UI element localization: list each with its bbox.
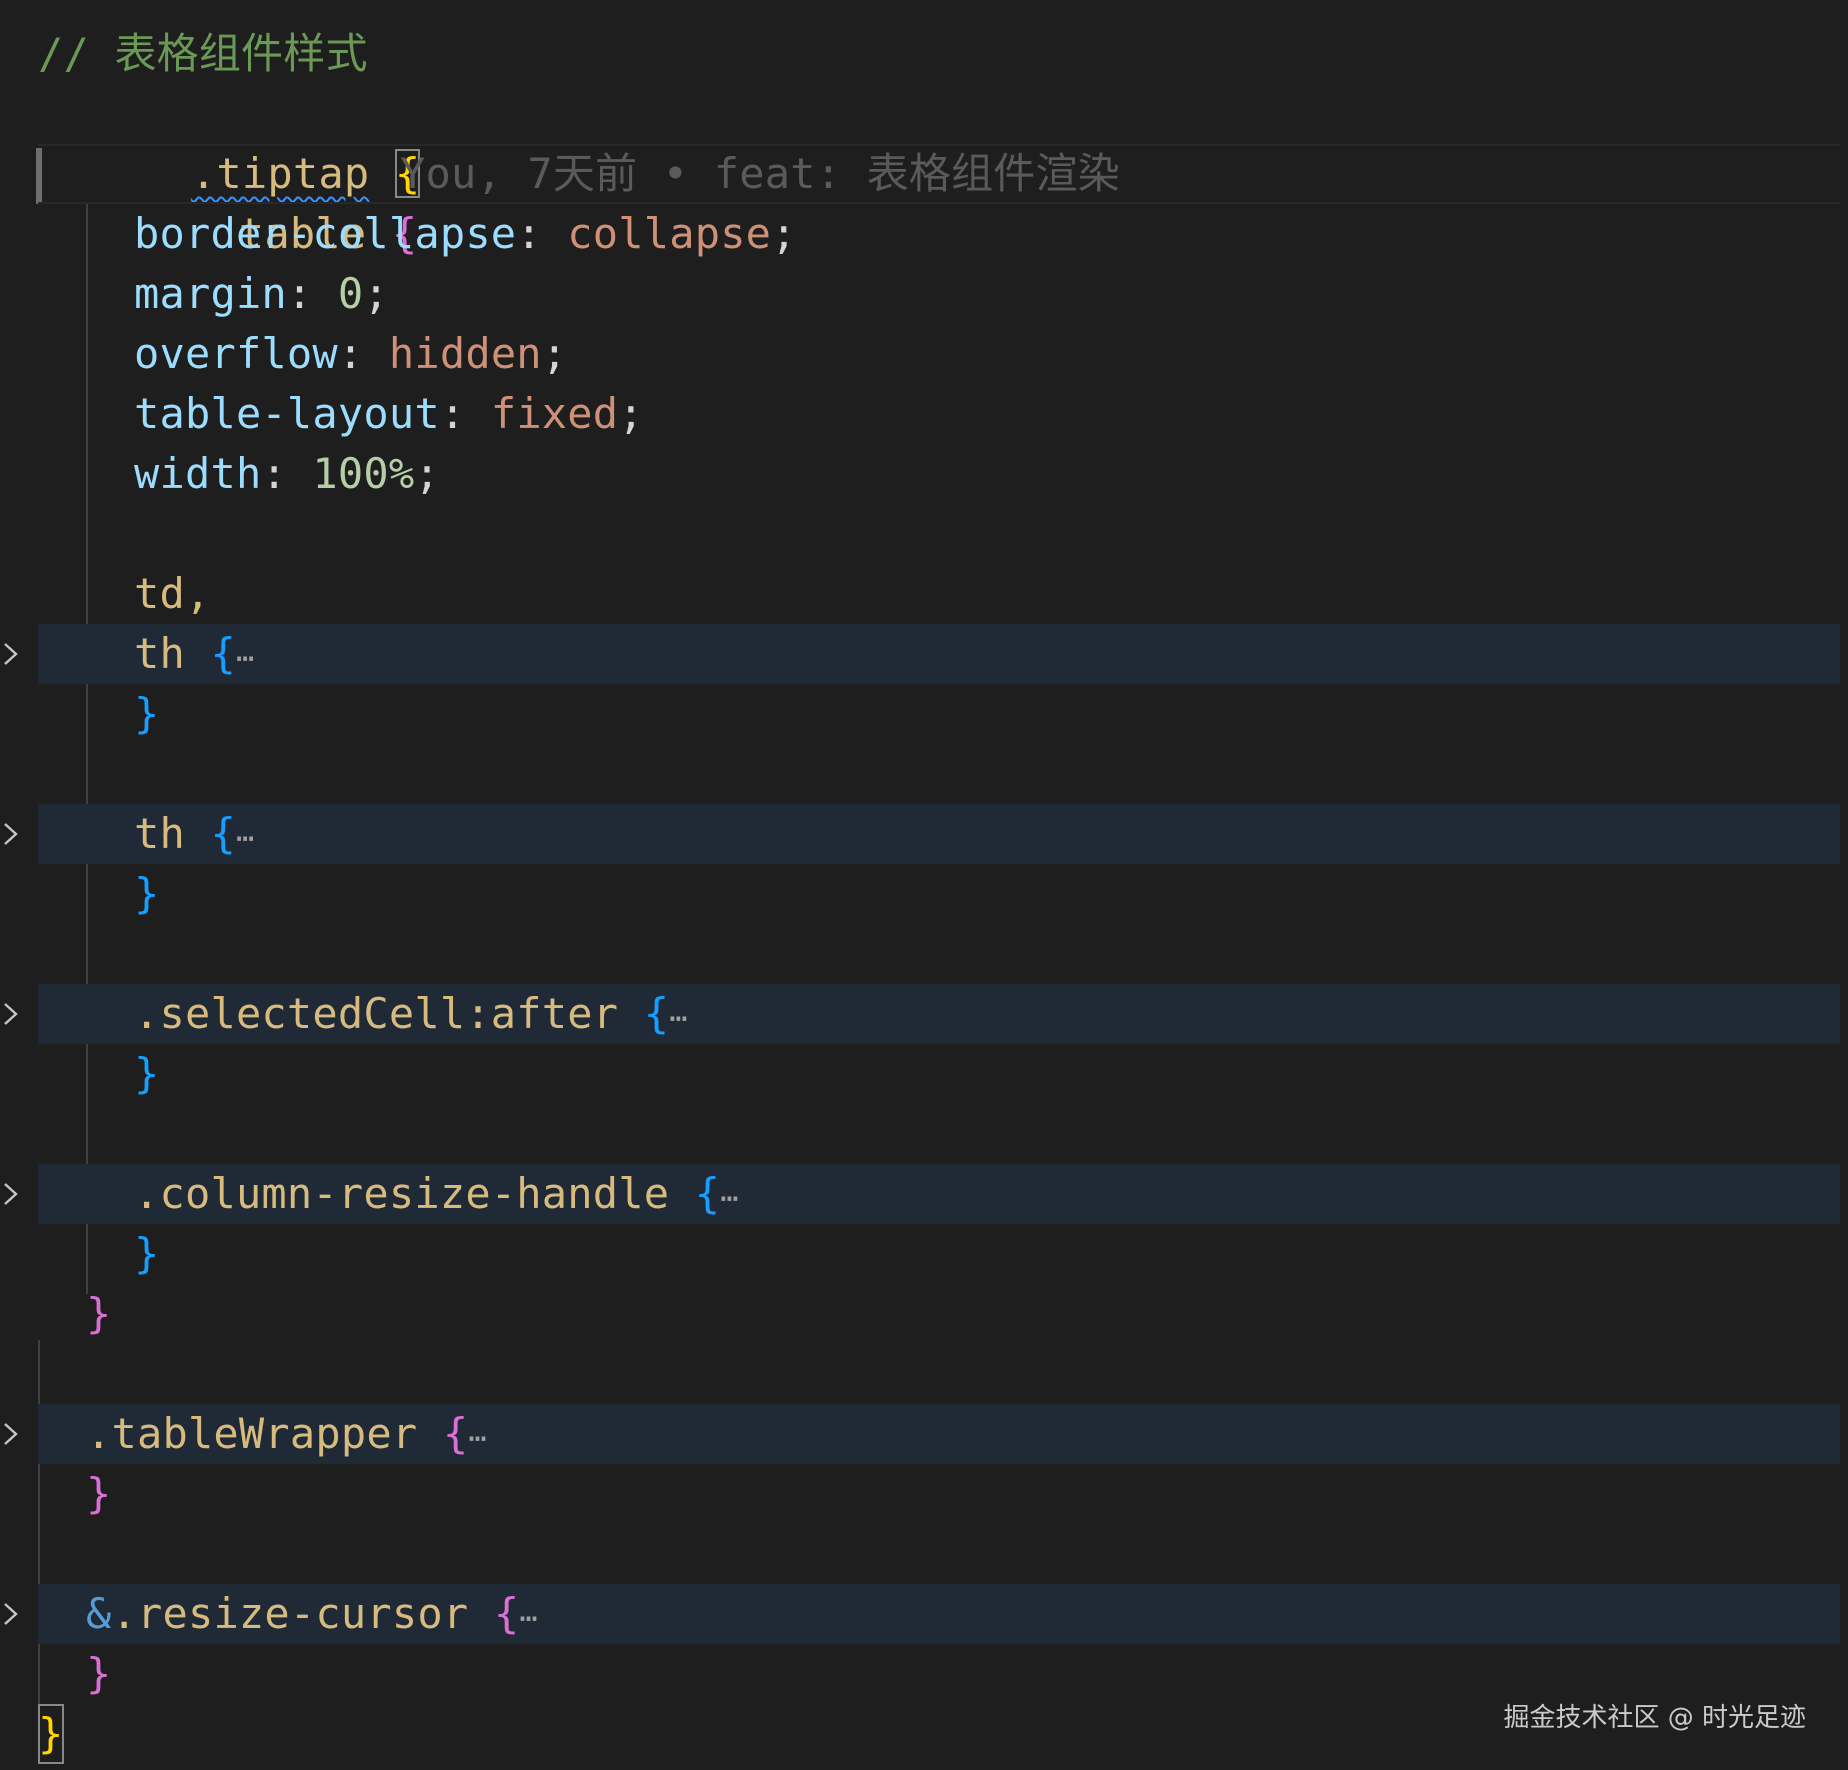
selector-tablewrapper: .tableWrapper — [86, 1409, 418, 1458]
chevron-right-icon[interactable] — [2, 1164, 20, 1224]
selector-th: th — [134, 629, 185, 678]
selector-th: th — [134, 809, 185, 858]
code-line-selectedcell-folded[interactable]: .selectedCell:after {⋯ — [0, 984, 1840, 1044]
code-line-close: } — [134, 1049, 160, 1098]
close-brace-tiptap: } — [38, 1704, 64, 1764]
code-line-margin: margin: 0; — [134, 269, 389, 318]
comment-text: // 表格组件样式 — [38, 29, 368, 78]
code-line-th-folded[interactable]: th {⋯ — [0, 624, 1840, 684]
chevron-right-icon[interactable] — [2, 984, 20, 1044]
code-line-tiptap: .tiptap { — [0, 84, 1840, 198]
code-line-table-layout: table-layout: fixed; — [134, 389, 644, 438]
code-line-td: td, — [0, 564, 1840, 624]
code-line-th-folded[interactable]: th {⋯ — [0, 804, 1840, 864]
value-border-collapse: collapse — [567, 209, 772, 258]
prop-table-layout: table-layout — [134, 389, 440, 438]
code-line-resize-cursor-folded[interactable]: &.resize-cursor {⋯ — [0, 1584, 1840, 1644]
selector-selectedcell: .selectedCell:after — [134, 989, 619, 1038]
ampersand-parent-ref: & — [86, 1589, 112, 1638]
selector-resize-cursor: .resize-cursor — [111, 1589, 469, 1638]
value-overflow: hidden — [388, 329, 542, 378]
selector-column-resize-handle: .column-resize-handle — [134, 1169, 670, 1218]
folded-ellipsis[interactable]: ⋯ — [720, 1181, 738, 1216]
git-blame-annotation[interactable]: You, 7天前 • feat: 表格组件渲染 — [400, 144, 1120, 204]
folded-ellipsis[interactable]: ⋯ — [236, 641, 254, 676]
value-width: 100% — [312, 449, 415, 498]
prop-overflow: overflow — [134, 329, 338, 378]
folded-ellipsis[interactable]: ⋯ — [519, 1601, 537, 1636]
code-line-close: } — [86, 1649, 112, 1698]
code-line-resize-handle-folded[interactable]: .column-resize-handle {⋯ — [0, 1164, 1840, 1224]
code-line-close: } — [134, 1229, 160, 1278]
chevron-right-icon[interactable] — [2, 804, 20, 864]
code-editor[interactable]: // 表格组件样式 .tiptap { table { You, 7天前 • f… — [0, 0, 1848, 1770]
prop-margin: margin — [134, 269, 287, 318]
chevron-right-icon[interactable] — [2, 624, 20, 684]
chevron-right-icon[interactable] — [2, 1404, 20, 1464]
prop-width: width — [134, 449, 262, 498]
chevron-right-icon[interactable] — [2, 1584, 20, 1644]
value-margin: 0 — [337, 269, 364, 318]
folded-ellipsis[interactable]: ⋯ — [468, 1421, 486, 1456]
code-line-close-table: } — [86, 1289, 112, 1338]
code-line-border-collapse: border-collapse: collapse; — [134, 209, 797, 258]
code-line-close: } — [134, 689, 160, 738]
prop-border-collapse: border-collapse — [134, 209, 517, 258]
watermark: 掘金技术社区 @ 时光足迹 — [1503, 1703, 1806, 1733]
code-line-overflow: overflow: hidden; — [134, 329, 568, 378]
code-line-width: width: 100%; — [134, 449, 440, 498]
folded-ellipsis[interactable]: ⋯ — [669, 1001, 687, 1036]
code-line-close: } — [134, 869, 160, 918]
code-line-close: } — [86, 1469, 112, 1518]
code-line-table: table { You, 7天前 • feat: 表格组件渲染 — [0, 144, 1840, 258]
code-line-comment: // 表格组件样式 — [0, 24, 1840, 84]
folded-ellipsis[interactable]: ⋯ — [236, 821, 254, 856]
code-line-tablewrapper-folded[interactable]: .tableWrapper {⋯ — [0, 1404, 1840, 1464]
selector-td: td, — [134, 569, 211, 618]
value-table-layout: fixed — [490, 389, 619, 438]
